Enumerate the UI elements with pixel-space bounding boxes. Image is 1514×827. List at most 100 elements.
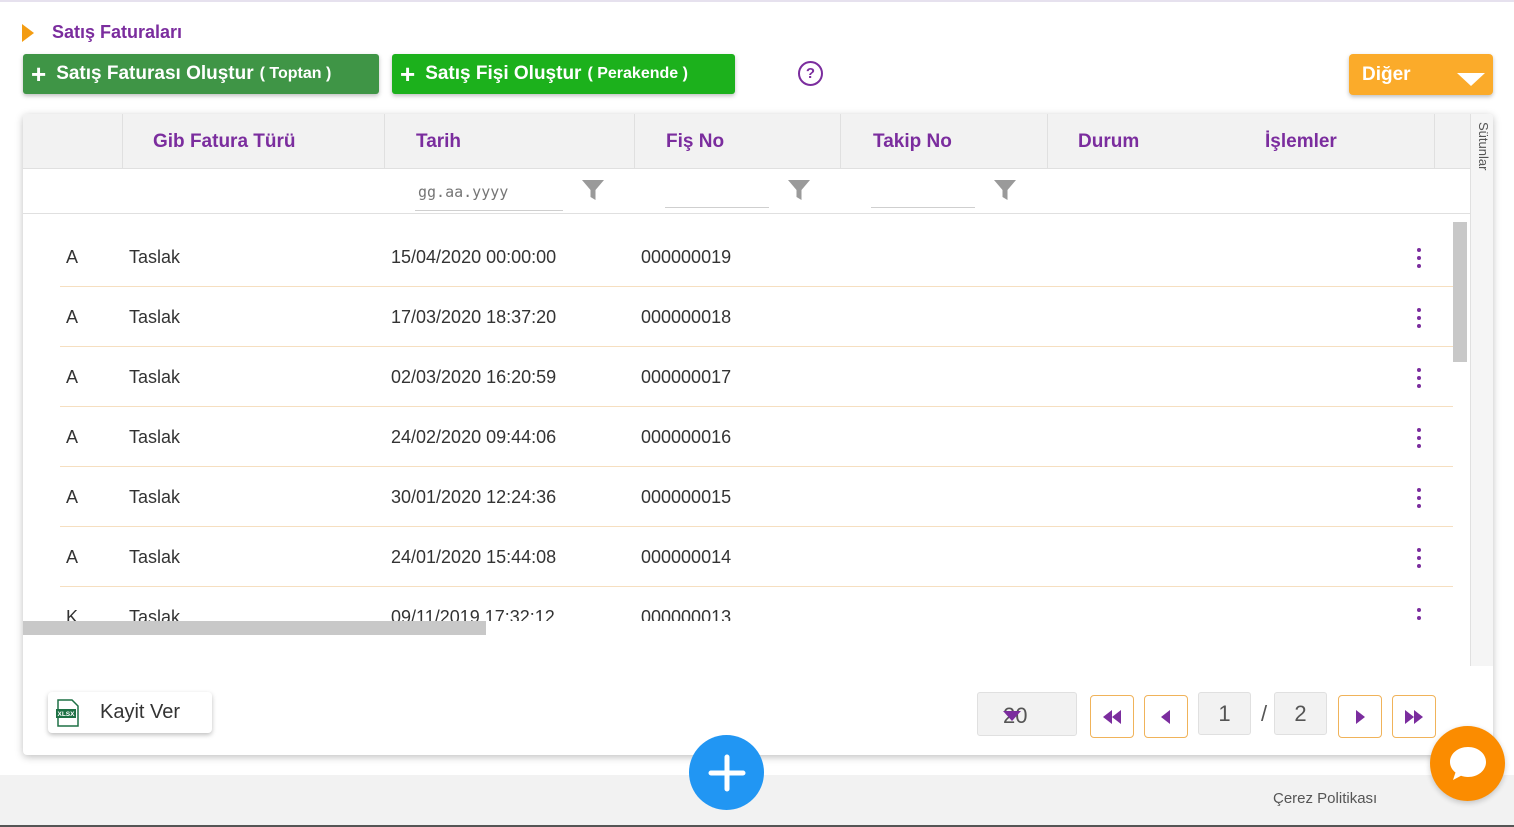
date-filter-input[interactable] xyxy=(415,173,563,211)
cell-gib: Taslak xyxy=(129,306,181,327)
horizontal-scrollbar[interactable] xyxy=(23,621,486,635)
excel-icon: XLSX xyxy=(56,698,79,727)
cell-receipt-no: 000000013 xyxy=(641,606,732,622)
more-vertical-icon[interactable] xyxy=(1414,308,1424,328)
vertical-scrollbar-thumb[interactable] xyxy=(1453,222,1467,362)
create-invoice-button[interactable]: + Satış Faturası Oluştur ( Toptan ) xyxy=(23,54,379,94)
table-row[interactable]: A Taslak 24/02/2020 09:44:06 000000016 xyxy=(60,407,1453,467)
invoice-grid: Gib Fatura Türü Tarih Fiş No Takip No Du… xyxy=(23,114,1493,755)
last-page-button[interactable] xyxy=(1392,695,1436,738)
column-header-actions: İşlemler xyxy=(1265,130,1337,152)
create-invoice-sub: ( Toptan ) xyxy=(259,65,332,82)
chevron-down-icon xyxy=(1003,711,1021,721)
cell-type: A xyxy=(66,306,79,327)
cell-receipt-no: 000000018 xyxy=(641,306,732,327)
column-header-status[interactable]: Durum xyxy=(1047,114,1234,169)
column-header-date[interactable]: Tarih xyxy=(384,114,634,169)
tracking-no-filter-input[interactable] xyxy=(871,170,975,208)
page-separator: / xyxy=(1261,701,1268,726)
current-page-field[interactable]: 1 xyxy=(1198,692,1251,735)
page-title-text: Satış Faturaları xyxy=(52,22,183,42)
columns-side-tab-label: Sütunlar xyxy=(1476,122,1491,171)
more-vertical-icon[interactable] xyxy=(1414,428,1424,448)
other-label: Diğer xyxy=(1362,63,1411,85)
cell-date: 09/11/2019 17:32:12 xyxy=(391,606,555,622)
cell-gib: Taslak xyxy=(129,366,181,387)
grid-body: A Taslak 15/04/2020 00:00:00 000000019 A… xyxy=(23,227,1453,621)
column-header-tracking-no[interactable]: Takip No xyxy=(840,114,1047,169)
more-vertical-icon[interactable] xyxy=(1414,608,1424,621)
table-row[interactable]: A Taslak 02/03/2020 16:20:59 000000017 xyxy=(60,347,1453,407)
cell-receipt-no: 000000017 xyxy=(641,366,732,387)
title-arrow-icon xyxy=(22,23,34,42)
table-row[interactable]: A Taslak 30/01/2020 12:24:36 000000015 xyxy=(60,467,1453,527)
filter-icon[interactable] xyxy=(788,180,810,200)
cell-date: 17/03/2020 18:37:20 xyxy=(391,306,557,327)
cell-type: A xyxy=(66,486,79,507)
add-button[interactable] xyxy=(689,735,764,810)
cell-gib: Taslak xyxy=(129,606,181,622)
cell-date: 02/03/2020 16:20:59 xyxy=(391,366,557,387)
column-header-gib[interactable]: Gib Fatura Türü xyxy=(122,114,384,169)
cell-date: 24/02/2020 09:44:06 xyxy=(391,426,557,447)
create-invoice-label: Satış Faturası Oluştur xyxy=(56,63,254,84)
cell-date: 30/01/2020 12:24:36 xyxy=(391,486,557,507)
create-receipt-button[interactable]: + Satış Fişi Oluştur ( Perakende ) xyxy=(392,54,735,94)
table-row[interactable]: A Taslak 17/03/2020 18:37:20 000000018 xyxy=(60,287,1453,347)
table-row[interactable]: K Taslak 09/11/2019 17:32:12 000000013 xyxy=(60,587,1453,621)
page-title: Satış Faturaları xyxy=(22,22,182,43)
top-border xyxy=(0,0,1514,2)
add-icon xyxy=(708,754,745,791)
table-row[interactable]: A Taslak 15/04/2020 00:00:00 000000019 xyxy=(60,227,1453,287)
cell-gib: Taslak xyxy=(129,486,181,507)
cell-gib: Taslak xyxy=(129,546,181,567)
cell-type: A xyxy=(66,546,79,567)
cell-date: 24/01/2020 15:44:08 xyxy=(391,546,557,567)
cell-type: A xyxy=(66,246,79,267)
chat-button[interactable] xyxy=(1430,726,1505,801)
more-vertical-icon[interactable] xyxy=(1414,548,1424,568)
vertical-scrollbar[interactable] xyxy=(1453,222,1470,666)
plus-icon: + xyxy=(31,59,47,89)
cell-date: 15/04/2020 00:00:00 xyxy=(391,246,557,267)
plus-icon: + xyxy=(400,59,416,89)
cell-receipt-no: 000000014 xyxy=(641,546,732,567)
svg-text:XLSX: XLSX xyxy=(58,711,76,718)
first-page-icon xyxy=(1103,709,1121,724)
grid-header: Gib Fatura Türü Tarih Fiş No Takip No Du… xyxy=(23,114,1470,169)
export-button[interactable]: XLSX Kayit Ver xyxy=(48,692,212,733)
receipt-no-filter-input[interactable] xyxy=(665,170,769,208)
cell-receipt-no: 000000019 xyxy=(641,246,732,267)
columns-side-tab[interactable]: Sütunlar xyxy=(1470,114,1493,666)
more-vertical-icon[interactable] xyxy=(1414,248,1424,268)
table-row[interactable]: A Taslak 24/01/2020 15:44:08 000000014 xyxy=(60,527,1453,587)
create-receipt-sub: ( Perakende ) xyxy=(587,65,688,82)
page-size-select[interactable]: 20 xyxy=(977,692,1077,736)
column-header-spacer xyxy=(1434,114,1470,169)
cell-type: A xyxy=(66,426,79,447)
filter-icon[interactable] xyxy=(994,180,1016,200)
help-icon[interactable]: ? xyxy=(798,61,823,86)
more-vertical-icon[interactable] xyxy=(1414,368,1424,388)
cookie-policy-link[interactable]: Çerez Politikası xyxy=(1273,790,1377,807)
cell-receipt-no: 000000015 xyxy=(641,486,732,507)
next-page-button[interactable] xyxy=(1338,695,1382,738)
filter-icon[interactable] xyxy=(582,180,604,200)
cell-gib: Taslak xyxy=(129,426,181,447)
create-receipt-label: Satış Fişi Oluştur xyxy=(425,63,582,84)
first-page-button[interactable] xyxy=(1090,695,1134,738)
other-dropdown-button[interactable]: Diğer xyxy=(1349,54,1493,95)
cell-gib: Taslak xyxy=(129,246,181,267)
column-header-receipt-no[interactable]: Fiş No xyxy=(634,114,840,169)
more-vertical-icon[interactable] xyxy=(1414,488,1424,508)
next-page-icon xyxy=(1356,709,1365,724)
cell-type: A xyxy=(66,366,79,387)
prev-page-icon xyxy=(1161,709,1170,724)
total-pages: 2 xyxy=(1274,692,1327,735)
prev-page-button[interactable] xyxy=(1144,695,1188,738)
cell-receipt-no: 000000016 xyxy=(641,426,732,447)
chevron-down-icon xyxy=(1457,73,1485,86)
chat-icon xyxy=(1449,746,1486,780)
export-label: Kayit Ver xyxy=(100,701,181,723)
last-page-icon xyxy=(1405,709,1423,724)
